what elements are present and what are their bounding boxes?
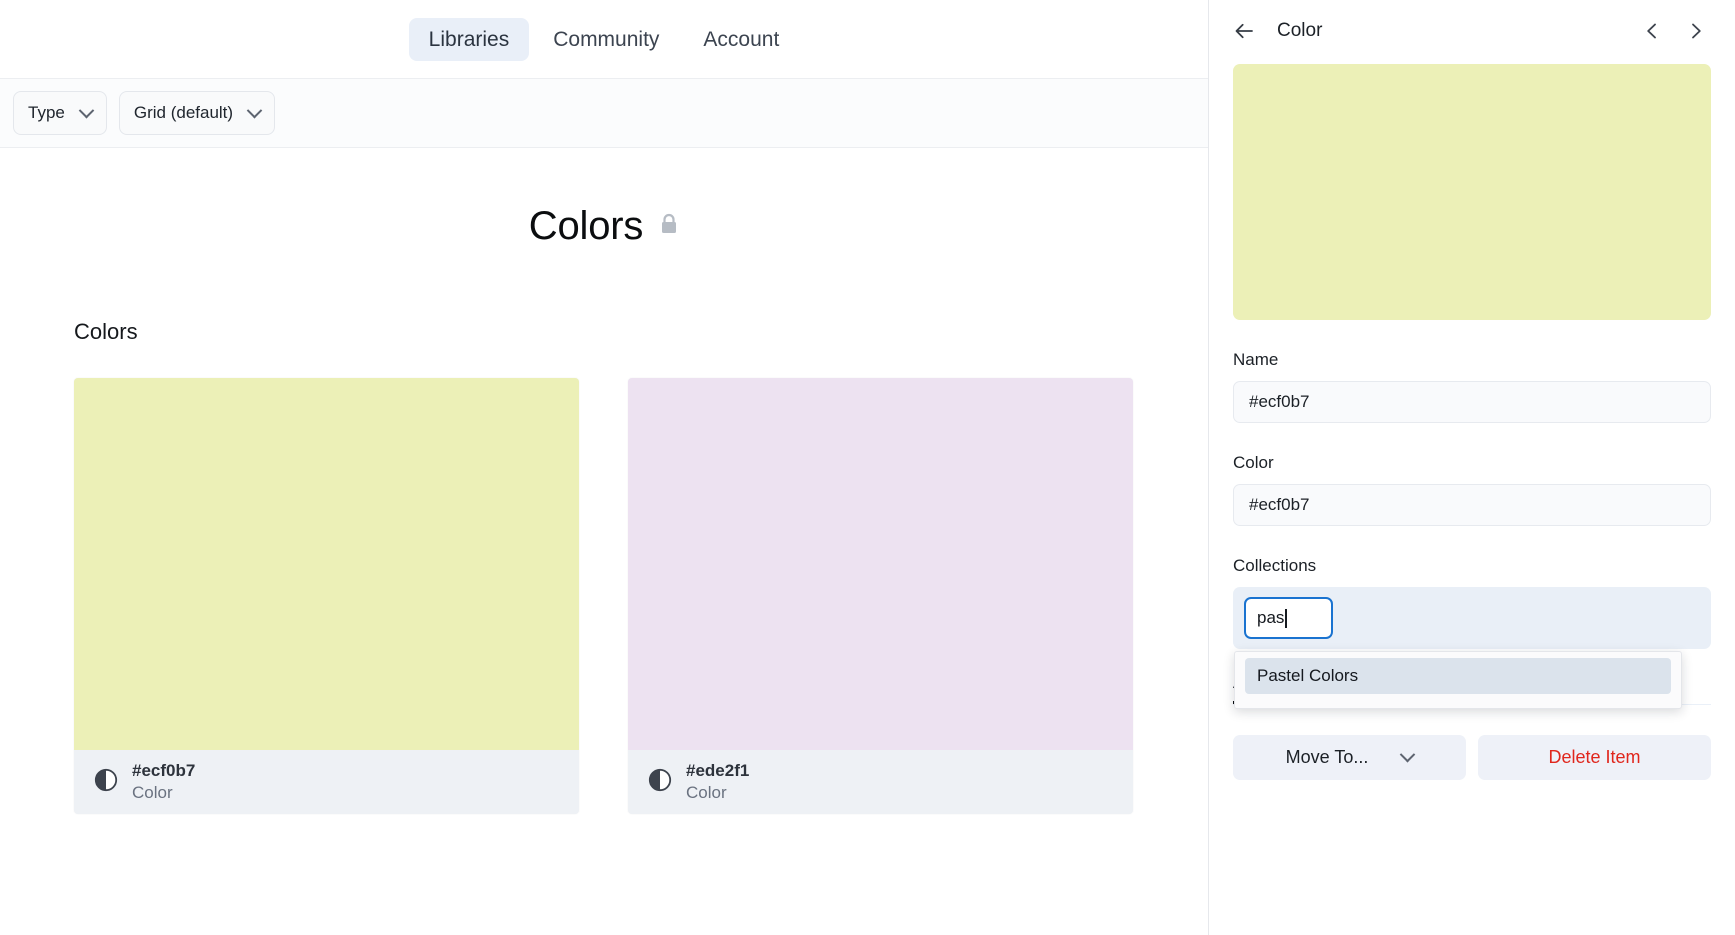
chevron-down-icon bbox=[247, 102, 263, 118]
move-to-label: Move To... bbox=[1286, 747, 1369, 768]
back-button[interactable] bbox=[1227, 14, 1261, 48]
collections-field-label: Collections bbox=[1233, 556, 1711, 576]
main-content-area: Libraries Community Account Type Grid (d… bbox=[0, 0, 1209, 935]
move-to-button[interactable]: Move To... bbox=[1233, 735, 1466, 780]
card-subtitle: Color bbox=[132, 783, 195, 803]
detail-panel-title: Color bbox=[1277, 20, 1619, 42]
chevron-down-icon bbox=[1400, 747, 1416, 763]
chevron-down-icon bbox=[79, 102, 95, 118]
collections-autocomplete-dropdown: Pastel Colors bbox=[1234, 651, 1682, 709]
autocomplete-option-pastel-colors[interactable]: Pastel Colors bbox=[1245, 658, 1671, 694]
view-mode-select[interactable]: Grid (default) bbox=[119, 91, 275, 135]
name-input-value: #ecf0b7 bbox=[1249, 392, 1310, 412]
type-filter-label: Type bbox=[28, 103, 65, 123]
chevron-left-icon bbox=[1642, 21, 1662, 41]
nav-tab-account[interactable]: Account bbox=[683, 18, 799, 61]
card-color-swatch bbox=[74, 378, 579, 750]
next-item-button[interactable] bbox=[1679, 14, 1713, 48]
contrast-icon bbox=[94, 768, 118, 797]
library-content: Colors Colors bbox=[0, 148, 1208, 935]
filter-toolbar: Type Grid (default) bbox=[0, 79, 1208, 148]
section-heading-colors: Colors bbox=[74, 319, 1134, 345]
view-mode-label: Grid (default) bbox=[134, 103, 233, 123]
delete-item-button[interactable]: Delete Item bbox=[1478, 735, 1711, 780]
app-root: Libraries Community Account Type Grid (d… bbox=[0, 0, 1735, 935]
color-card-item[interactable]: #ede2f1 Color bbox=[628, 378, 1133, 814]
name-input[interactable]: #ecf0b7 bbox=[1233, 381, 1711, 423]
contrast-icon bbox=[648, 768, 672, 797]
detail-nav-arrows bbox=[1635, 14, 1713, 48]
autocomplete-option-label: Pastel Colors bbox=[1257, 666, 1358, 686]
text-caret bbox=[1285, 609, 1287, 628]
color-input-value: #ecf0b7 bbox=[1249, 495, 1310, 515]
page-title-row: Colors bbox=[74, 204, 1134, 249]
card-title: #ecf0b7 bbox=[132, 761, 195, 781]
previous-item-button[interactable] bbox=[1635, 14, 1669, 48]
detail-panel: Color Name #ecf0b7 Color bbox=[1209, 0, 1735, 935]
collections-input-value: pas bbox=[1257, 608, 1284, 628]
type-filter-select[interactable]: Type bbox=[13, 91, 107, 135]
card-title: #ede2f1 bbox=[686, 761, 749, 781]
color-card-item[interactable]: #ecf0b7 Color bbox=[74, 378, 579, 814]
color-field-label: Color bbox=[1233, 453, 1711, 473]
collections-search-input[interactable]: pas bbox=[1244, 597, 1333, 639]
nav-tab-community[interactable]: Community bbox=[533, 18, 679, 61]
color-card-grid: #ecf0b7 Color bbox=[74, 378, 1134, 814]
card-footer: #ede2f1 Color bbox=[628, 750, 1133, 814]
collections-field[interactable]: pas Pastel Colors bbox=[1233, 587, 1711, 649]
top-navigation-bar: Libraries Community Account bbox=[0, 0, 1208, 79]
page-title: Colors bbox=[529, 204, 643, 249]
nav-tab-libraries[interactable]: Libraries bbox=[409, 18, 530, 61]
color-preview-swatch bbox=[1233, 64, 1711, 320]
chevron-right-icon bbox=[1686, 21, 1706, 41]
detail-panel-body: Name #ecf0b7 Color #ecf0b7 Collections p… bbox=[1209, 62, 1735, 935]
card-color-swatch bbox=[628, 378, 1133, 750]
color-input[interactable]: #ecf0b7 bbox=[1233, 484, 1711, 526]
card-subtitle: Color bbox=[686, 783, 749, 803]
name-field-label: Name bbox=[1233, 350, 1711, 370]
card-meta: #ecf0b7 Color bbox=[132, 761, 195, 802]
delete-item-label: Delete Item bbox=[1548, 747, 1640, 768]
card-footer: #ecf0b7 Color bbox=[74, 750, 579, 814]
action-button-row: Move To... Delete Item bbox=[1233, 735, 1711, 780]
detail-panel-header: Color bbox=[1209, 0, 1735, 62]
nav-tabs: Libraries Community Account bbox=[409, 18, 800, 61]
lock-icon bbox=[659, 213, 679, 240]
arrow-left-icon bbox=[1232, 19, 1256, 43]
card-meta: #ede2f1 Color bbox=[686, 761, 749, 802]
